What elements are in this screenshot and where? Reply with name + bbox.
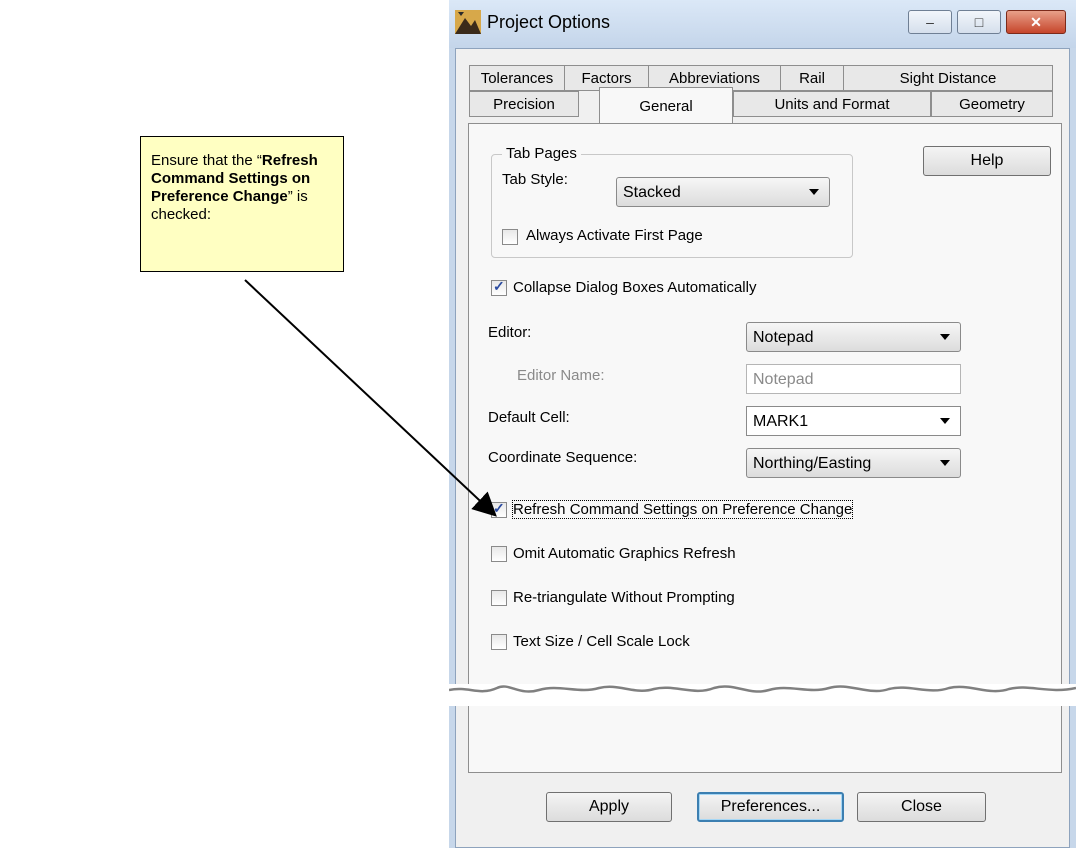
pointer-arrow xyxy=(244,279,497,517)
